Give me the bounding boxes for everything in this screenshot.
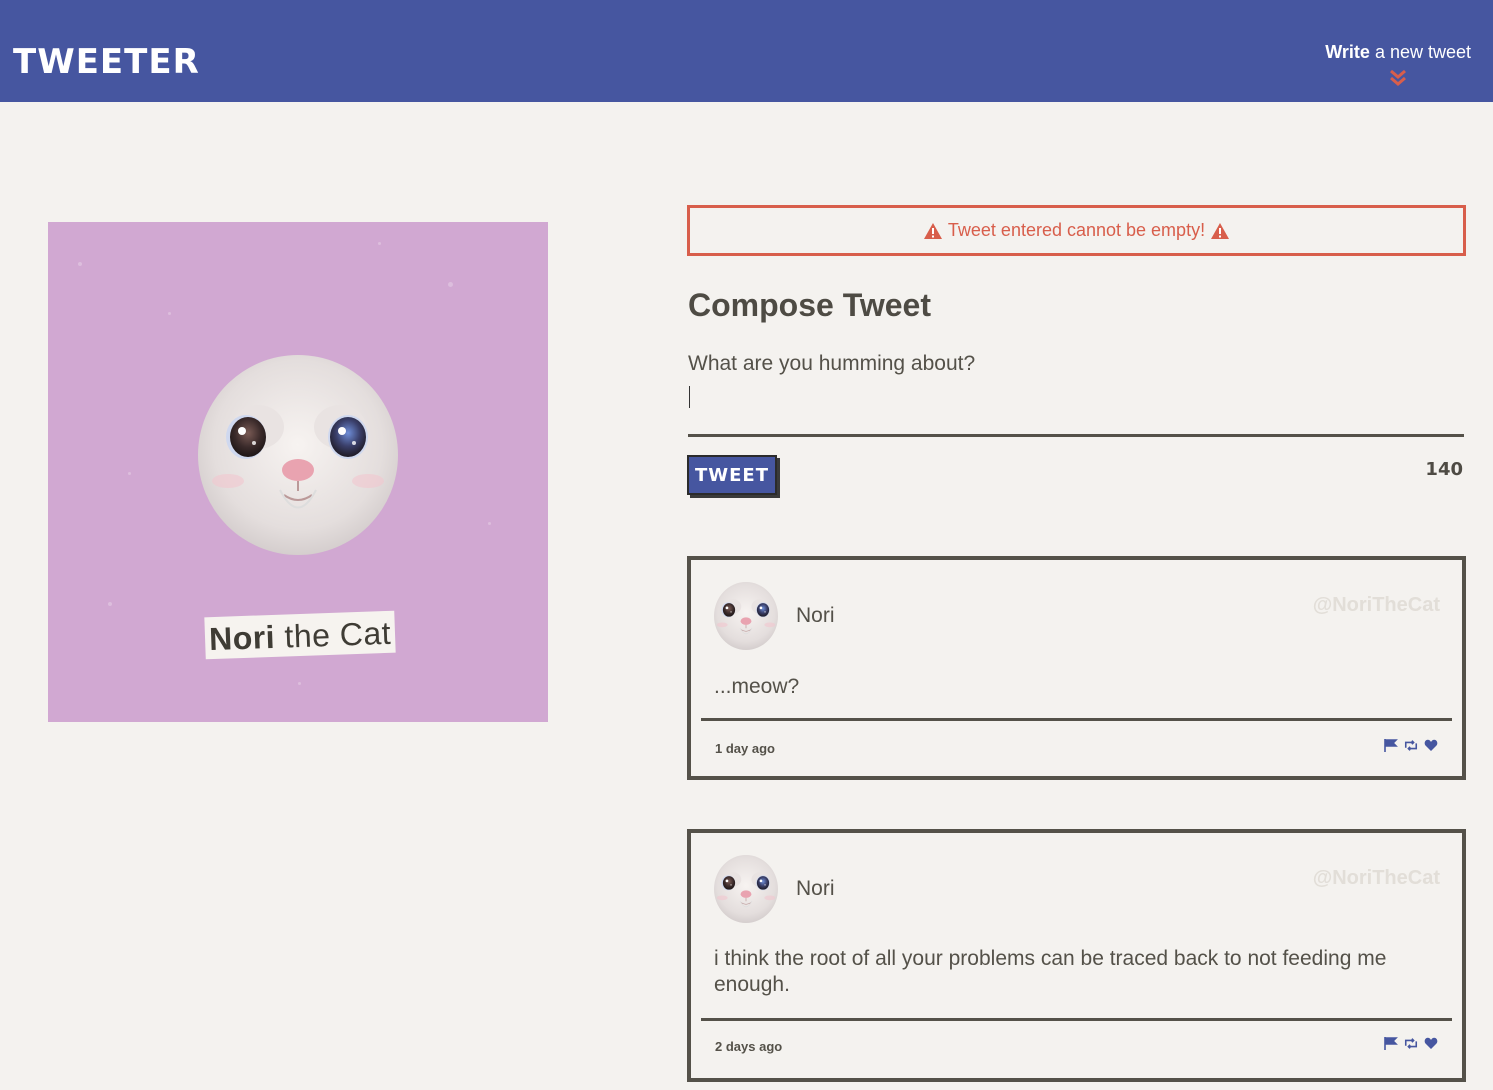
- compose-title: Compose Tweet: [688, 287, 931, 323]
- tweet-avatar: [714, 582, 778, 650]
- tweet-timestamp: 2 days ago: [715, 1039, 783, 1054]
- profile-name: Nori the Cat: [204, 610, 396, 660]
- write-link-text: a new tweet: [1369, 42, 1471, 62]
- profile-avatar: [198, 355, 398, 555]
- heart-icon[interactable]: [1424, 1037, 1438, 1050]
- tweet-text: i think the root of all your problems ca…: [714, 947, 1387, 996]
- text-caret: [689, 386, 690, 408]
- double-chevron-down-icon: [1390, 69, 1407, 86]
- flag-icon[interactable]: [1384, 739, 1398, 752]
- profile-rest-name: the Cat: [274, 614, 392, 655]
- tweet-author-name: Nori: [796, 604, 835, 627]
- tweet-author-handle: @NoriTheCat: [1312, 867, 1440, 889]
- error-message-box: Tweet entered cannot be empty!: [687, 205, 1466, 256]
- tweet-textarea[interactable]: [688, 352, 1464, 437]
- tweet-actions: [1384, 1037, 1438, 1050]
- tweet-avatar: [714, 855, 778, 923]
- write-new-tweet-link[interactable]: Write a new tweet: [1325, 42, 1471, 87]
- tweet-text: ...meow?: [714, 675, 800, 698]
- warning-icon: [1211, 222, 1230, 239]
- heart-icon[interactable]: [1424, 739, 1438, 752]
- brand-logo[interactable]: TWEETER: [13, 40, 200, 84]
- tweet-card: Nori @NoriTheCat ...meow? 1 day ago: [687, 556, 1466, 780]
- tweet-timestamp: 1 day ago: [715, 741, 775, 756]
- tweet-divider: [701, 1018, 1452, 1021]
- tweet-author-handle: @NoriTheCat: [1312, 594, 1440, 616]
- tweet-divider: [701, 718, 1452, 721]
- profile-card: Nori the Cat: [48, 222, 548, 722]
- tweet-author-name: Nori: [796, 877, 835, 900]
- error-text: Tweet entered cannot be empty!: [947, 220, 1206, 240]
- profile-first-name: Nori: [208, 618, 276, 658]
- warning-icon: [923, 222, 942, 239]
- top-navbar: TWEETER Write a new tweet: [0, 0, 1493, 102]
- flag-icon[interactable]: [1384, 1037, 1398, 1050]
- tweet-submit-button[interactable]: TWEET: [687, 455, 777, 495]
- retweet-icon[interactable]: [1404, 1037, 1418, 1050]
- tweet-actions: [1384, 739, 1438, 752]
- write-link-bold-text: Write: [1325, 42, 1370, 62]
- character-counter: 140: [1425, 459, 1463, 480]
- retweet-icon[interactable]: [1404, 739, 1418, 752]
- tweet-card: Nori @NoriTheCat i think the root of all…: [687, 829, 1466, 1082]
